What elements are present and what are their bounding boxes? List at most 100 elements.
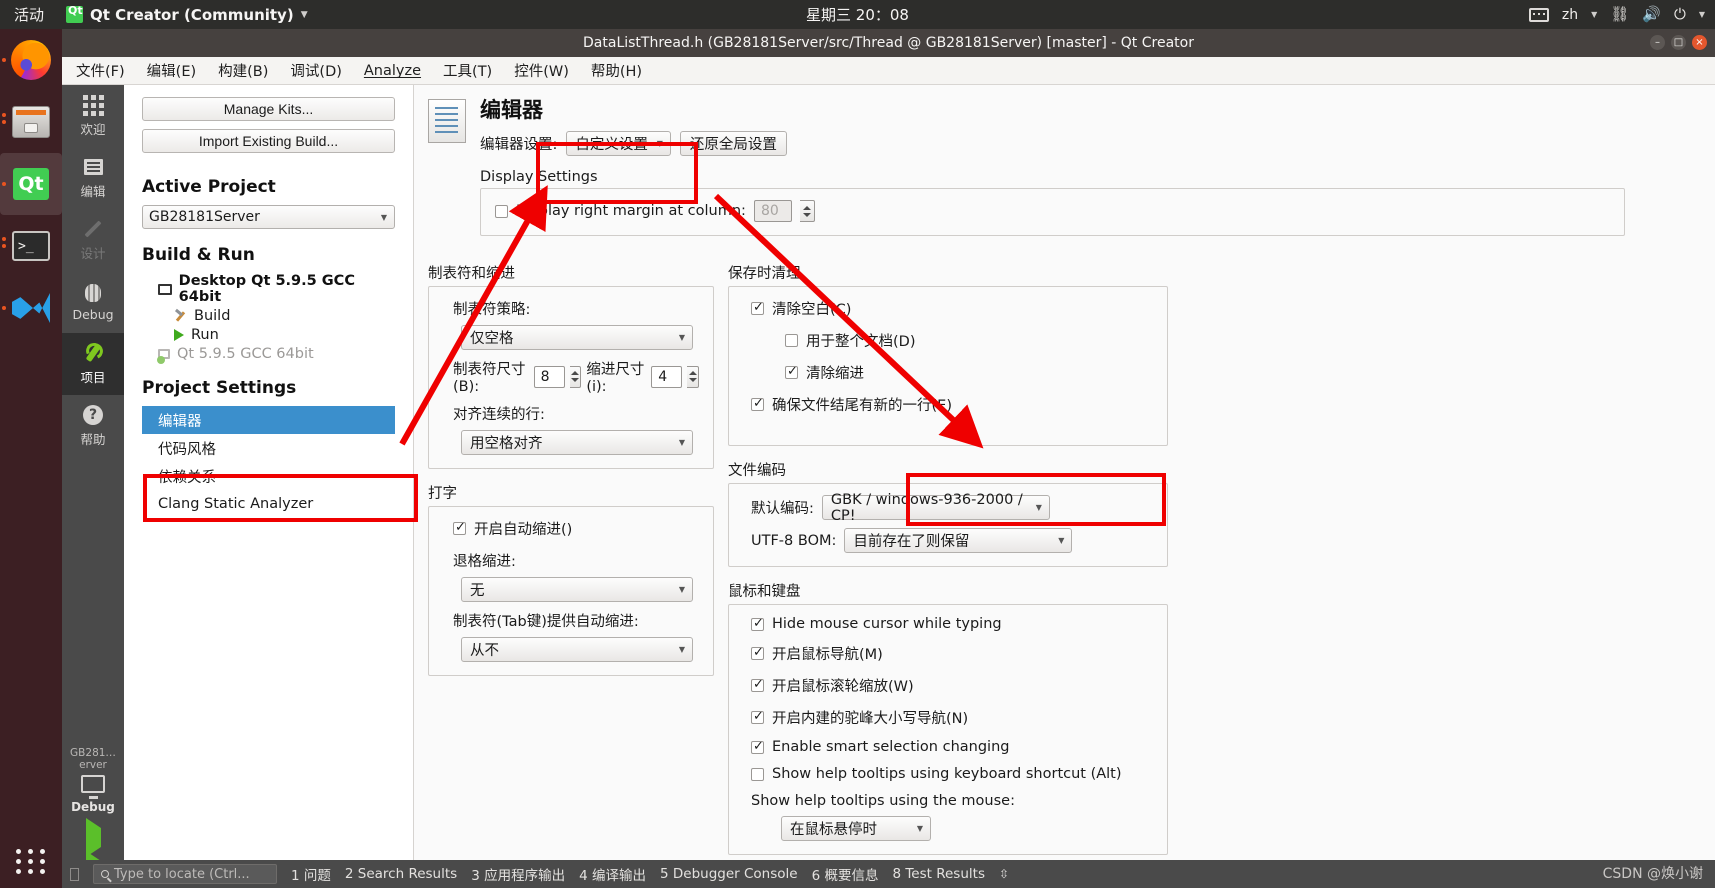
window-titlebar: DataListThread.h (GB28181Server/src/Thre… bbox=[62, 29, 1715, 57]
menu-debug[interactable]: 调试(D) bbox=[290, 60, 341, 81]
dock-item-qtcreator[interactable]: Qt bbox=[0, 153, 62, 215]
manage-kits-button[interactable]: Manage Kits... bbox=[142, 97, 395, 121]
mouse-navigation-checkbox[interactable] bbox=[751, 645, 764, 661]
mouse-navigation-row[interactable]: 开启鼠标导航(M) bbox=[751, 643, 1153, 664]
close-icon[interactable]: × bbox=[1692, 35, 1707, 50]
volume-icon[interactable]: 🔊 bbox=[1642, 7, 1661, 22]
tab-key-indent-select[interactable]: 从不 ▼ bbox=[461, 637, 693, 663]
clean-indentation-checkbox[interactable] bbox=[785, 364, 798, 380]
menu-build[interactable]: 构建(B) bbox=[218, 60, 268, 81]
right-margin-checkbox[interactable] bbox=[495, 204, 508, 218]
sidebar-item-code-style[interactable]: 代码风格 bbox=[142, 434, 395, 462]
menu-file[interactable]: 文件(F) bbox=[76, 60, 125, 81]
ubuntu-top-panel: 活动 Qt Creator (Community) ▼ 星期三 20：08 zh… bbox=[0, 0, 1715, 29]
kit-child-run[interactable]: Run bbox=[174, 327, 395, 343]
chevron-down-icon[interactable]: ▼ bbox=[1591, 10, 1597, 19]
camel-case-navigation-checkbox[interactable] bbox=[751, 709, 764, 725]
kit-build-config: Debug bbox=[71, 800, 115, 814]
in-entire-document-checkbox[interactable] bbox=[785, 334, 798, 348]
tab-policy-select[interactable]: 仅空格 ▼ bbox=[461, 325, 693, 351]
tab-key-indent-value: 从不 bbox=[470, 643, 499, 660]
power-icon[interactable]: ⏻ bbox=[1674, 7, 1686, 22]
output-pane-search-results[interactable]: 2 Search Results bbox=[345, 866, 457, 882]
right-margin-spinbox[interactable]: 80 bbox=[753, 200, 792, 223]
active-project-select[interactable]: GB28181Server ▼ bbox=[142, 205, 395, 229]
dock-item-files[interactable] bbox=[0, 91, 62, 153]
output-pane-general-messages[interactable]: 6 概要信息 bbox=[812, 864, 879, 884]
scroll-wheel-zoom-checkbox[interactable] bbox=[751, 677, 764, 693]
dock-item-vscode[interactable] bbox=[0, 277, 62, 339]
default-encoding-select[interactable]: GBK / windows-936-2000 / CP! ▼ bbox=[821, 492, 1050, 524]
editor-settings-select[interactable]: 自定义设置 ▼ bbox=[566, 131, 671, 157]
kit-item[interactable]: Desktop Qt 5.9.5 GCC 64bit bbox=[158, 273, 395, 305]
menu-analyze[interactable]: Analyze bbox=[364, 63, 421, 79]
tab-size-stepper[interactable] bbox=[569, 365, 582, 388]
right-margin-stepper[interactable] bbox=[799, 200, 815, 223]
ensure-newline-row[interactable]: 确保文件结尾有新的一行(E) bbox=[751, 394, 1153, 415]
network-icon[interactable]: ⛓ bbox=[1610, 7, 1629, 22]
clean-whitespace-row[interactable]: 清除空白(C) bbox=[751, 298, 1153, 319]
sidebar-item-clang-static-analyzer[interactable]: Clang Static Analyzer bbox=[142, 490, 395, 518]
collapse-icon[interactable] bbox=[70, 867, 79, 881]
chevron-down-icon[interactable]: ▼ bbox=[1699, 10, 1705, 19]
help-tooltips-shortcut-checkbox[interactable] bbox=[751, 767, 764, 781]
smart-selection-row[interactable]: Enable smart selection changing bbox=[751, 739, 1153, 755]
backspace-indent-select[interactable]: 无 ▼ bbox=[461, 577, 693, 603]
hide-cursor-label: Hide mouse cursor while typing bbox=[772, 616, 1002, 633]
tooltip-mouse-select[interactable]: 在鼠标悬停时 ▼ bbox=[781, 816, 931, 842]
dock-item-terminal[interactable]: >_ bbox=[0, 215, 62, 277]
mode-projects[interactable]: 项目 bbox=[62, 333, 124, 395]
smart-selection-checkbox[interactable] bbox=[751, 739, 764, 754]
kit-child-build[interactable]: Build bbox=[174, 308, 395, 324]
align-continuation-select[interactable]: 用空格对齐 ▼ bbox=[461, 430, 693, 456]
hide-cursor-checkbox[interactable] bbox=[751, 616, 764, 631]
updown-arrows-icon[interactable]: ⇳ bbox=[999, 867, 1009, 881]
clean-indentation-row[interactable]: 清除缩进 bbox=[785, 362, 1153, 383]
sidebar-item-dependencies[interactable]: 依赖关系 bbox=[142, 462, 395, 490]
tab-size-input[interactable]: 8 bbox=[533, 365, 565, 388]
hide-cursor-row[interactable]: Hide mouse cursor while typing bbox=[751, 616, 1153, 632]
run-button[interactable] bbox=[62, 818, 124, 857]
scroll-wheel-zoom-row[interactable]: 开启鼠标滚轮缩放(W) bbox=[751, 675, 1153, 696]
in-entire-document-row[interactable]: 用于整个文档(D) bbox=[785, 330, 1153, 351]
indent-size-input[interactable]: 4 bbox=[651, 365, 683, 388]
search-input[interactable]: Type to locate (Ctrl... bbox=[93, 864, 277, 884]
output-pane-application-output[interactable]: 3 应用程序输出 bbox=[471, 864, 565, 884]
menu-widgets[interactable]: 控件(W) bbox=[514, 60, 569, 81]
menu-tools[interactable]: 工具(T) bbox=[443, 60, 492, 81]
ensure-newline-checkbox[interactable] bbox=[751, 396, 764, 412]
sidebar-item-editor[interactable]: 编辑器 bbox=[142, 406, 395, 434]
add-kit-item[interactable]: Qt 5.9.5 GCC 64bit bbox=[157, 346, 395, 364]
import-existing-build-button[interactable]: Import Existing Build... bbox=[142, 129, 395, 153]
utf8-bom-select[interactable]: 目前存在了则保留 ▼ bbox=[844, 528, 1073, 554]
indent-size-stepper[interactable] bbox=[687, 365, 699, 388]
output-pane-compile-output[interactable]: 4 编译输出 bbox=[579, 864, 646, 884]
active-app-name[interactable]: Qt Creator (Community) bbox=[90, 6, 294, 24]
mode-debug[interactable]: Debug bbox=[62, 271, 124, 333]
clock[interactable]: 星期三 20：08 bbox=[806, 4, 909, 25]
keyboard-icon[interactable] bbox=[1528, 7, 1549, 22]
help-tooltips-shortcut-row[interactable]: Show help tooltips using keyboard shortc… bbox=[751, 766, 1153, 782]
clean-whitespace-checkbox[interactable] bbox=[751, 300, 764, 316]
activities-button[interactable]: 活动 bbox=[14, 4, 44, 25]
output-pane-test-results[interactable]: 8 Test Results bbox=[892, 866, 985, 882]
mode-help[interactable]: ? 帮助 bbox=[62, 395, 124, 457]
menu-help[interactable]: 帮助(H) bbox=[591, 60, 642, 81]
show-applications-button[interactable] bbox=[0, 849, 62, 874]
output-pane-issues[interactable]: 1 问题 bbox=[291, 864, 331, 884]
right-margin-row[interactable]: Display right margin at column: 80 bbox=[495, 200, 1610, 223]
mode-welcome[interactable]: 欢迎 bbox=[62, 85, 124, 147]
auto-indent-row[interactable]: 开启自动缩进() bbox=[453, 518, 699, 539]
output-pane-debugger-console[interactable]: 5 Debugger Console bbox=[660, 866, 798, 882]
screen: 活动 Qt Creator (Community) ▼ 星期三 20：08 zh… bbox=[0, 0, 1715, 888]
mode-edit[interactable]: 编辑 bbox=[62, 147, 124, 209]
camel-case-navigation-row[interactable]: 开启内建的驼峰大小写导航(N) bbox=[751, 707, 1153, 728]
maximize-icon[interactable]: □ bbox=[1671, 35, 1686, 50]
chevron-down-icon[interactable]: ▼ bbox=[301, 10, 308, 20]
auto-indent-checkbox[interactable] bbox=[453, 520, 466, 536]
language-indicator[interactable]: zh bbox=[1562, 7, 1578, 23]
dock-item-firefox[interactable] bbox=[0, 29, 62, 91]
menu-edit[interactable]: 编辑(E) bbox=[147, 60, 196, 81]
minimize-icon[interactable]: – bbox=[1650, 35, 1665, 50]
restore-global-settings-button[interactable]: 还原全局设置 bbox=[679, 131, 787, 157]
